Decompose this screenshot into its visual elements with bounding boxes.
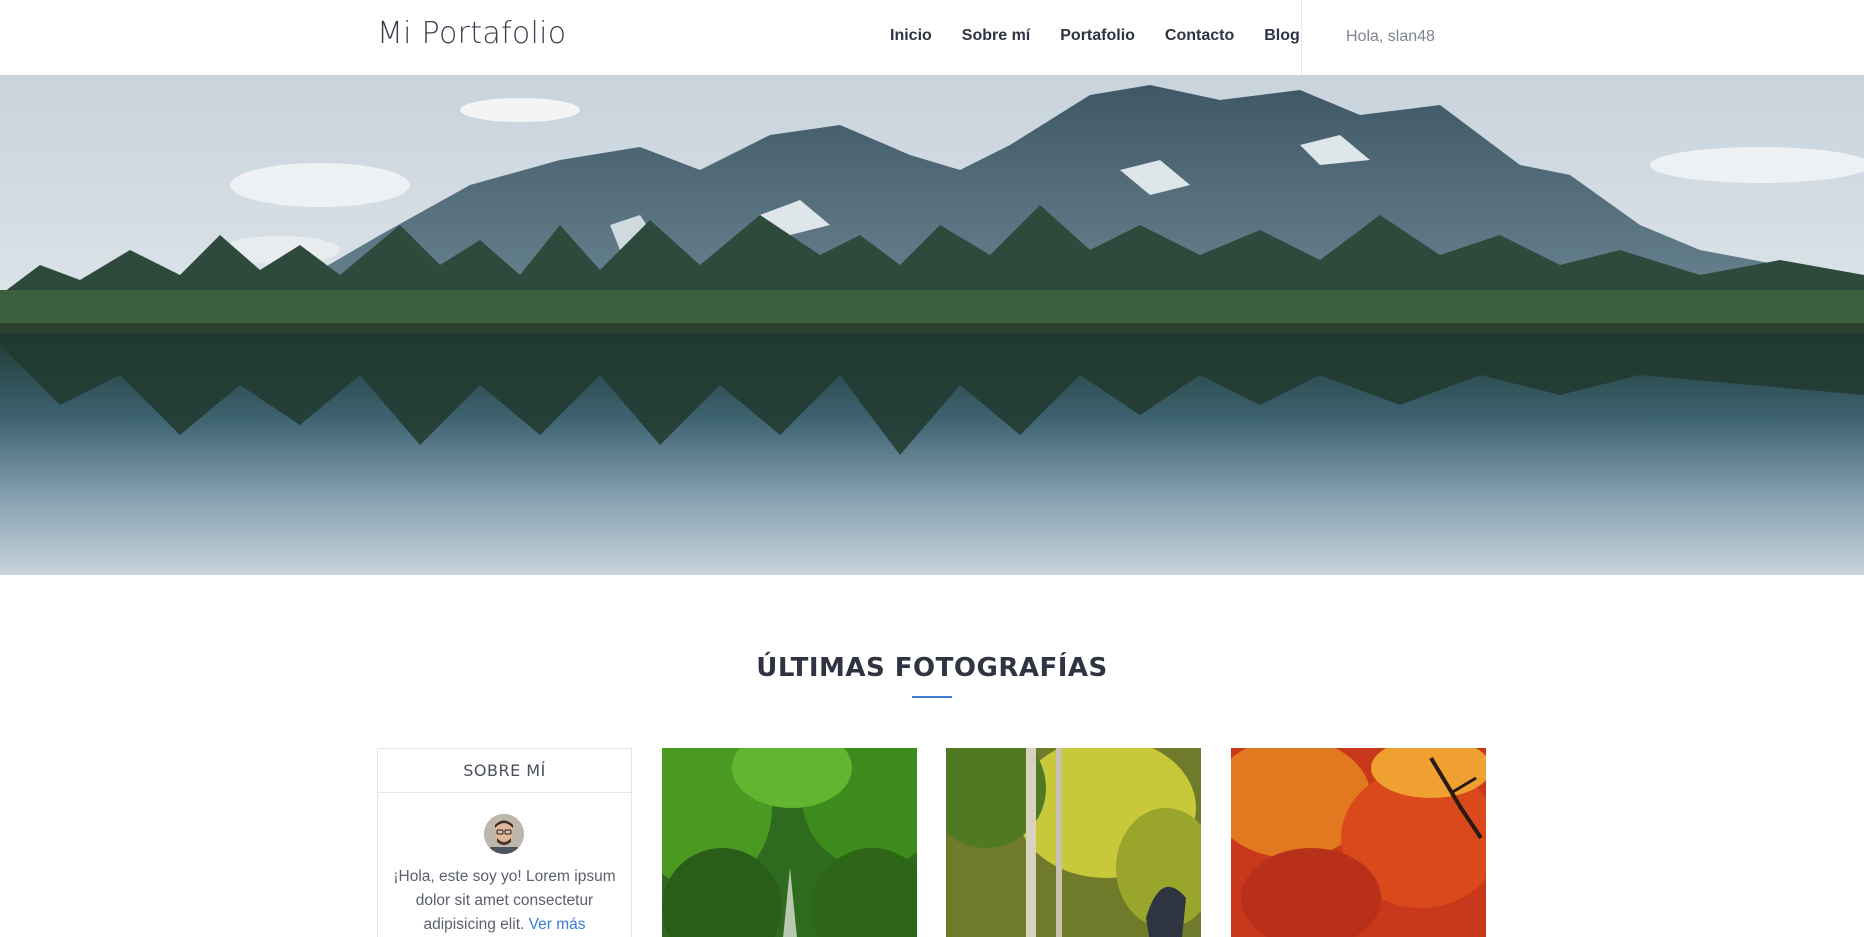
about-text: ¡Hola, este soy yo! Lorem ipsum dolor si… — [392, 865, 617, 937]
hero-image — [0, 75, 1864, 575]
nav-sobre-mi[interactable]: Sobre mí — [962, 27, 1030, 45]
nav-divider — [1301, 0, 1302, 75]
gallery-photo-2[interactable] — [946, 748, 1201, 937]
about-card: SOBRE MÍ ¡Hola, este soy yo! Lorem ipsum… — [377, 748, 632, 937]
main-nav: Inicio Sobre mí Portafolio Contacto Blog — [890, 27, 1330, 45]
nav-inicio[interactable]: Inicio — [890, 27, 932, 45]
gallery-photo-3[interactable] — [1231, 748, 1486, 937]
site-header: Mi Portafolio Inicio Sobre mí Portafolio… — [0, 0, 1864, 75]
site-brand[interactable]: Mi Portafolio — [377, 16, 566, 51]
nav-blog[interactable]: Blog — [1264, 27, 1300, 45]
nav-portafolio[interactable]: Portafolio — [1060, 27, 1135, 45]
ver-mas-link[interactable]: Ver más — [529, 916, 586, 933]
section-title: ÚLTIMAS FOTOGRAFÍAS — [756, 653, 1108, 683]
title-underline — [912, 696, 952, 698]
gallery-photo-1[interactable] — [662, 748, 917, 937]
avatar — [484, 814, 524, 854]
user-greeting[interactable]: Hola, slan48 — [1346, 28, 1435, 46]
nav-contacto[interactable]: Contacto — [1165, 27, 1234, 45]
about-title: SOBRE MÍ — [378, 749, 631, 793]
